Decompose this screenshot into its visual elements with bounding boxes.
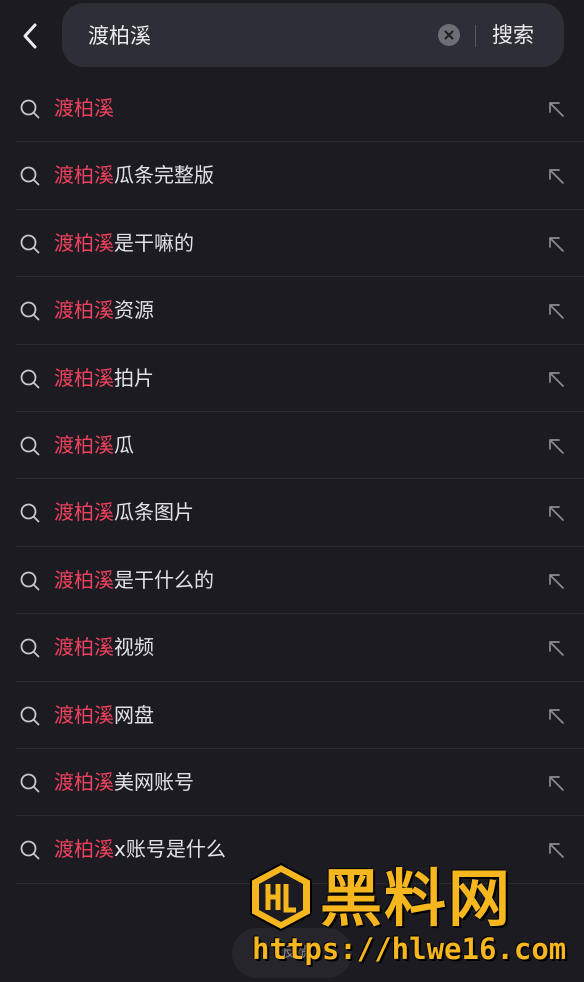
search-icon (20, 166, 40, 186)
suggestion-rest: x账号是什么 (114, 837, 226, 862)
suggestion-text: 渡柏溪x账号是什么 (54, 816, 226, 883)
arrow-up-left-icon[interactable] (546, 706, 566, 726)
watermark-logo (248, 862, 314, 932)
suggestion-rest: 网盘 (114, 702, 154, 727)
suggestion-text: 渡柏溪瓜 (54, 412, 134, 479)
suggestion-item[interactable]: 渡柏溪瓜条图片 (0, 479, 584, 547)
arrow-up-left-icon[interactable] (546, 503, 566, 523)
suggestion-rest: 是干嘛的 (114, 230, 194, 255)
top-bar: 搜索 (0, 0, 584, 80)
search-icon (20, 503, 40, 523)
search-icon (20, 840, 40, 860)
search-icon (20, 571, 40, 591)
suggestion-item[interactable]: 渡柏溪瓜条完整版 (0, 142, 584, 210)
suggestion-text: 渡柏溪资源 (54, 277, 154, 344)
suggestion-item[interactable]: 渡柏溪是干嘛的 (0, 210, 584, 278)
suggestion-list: 渡柏溪 渡柏溪瓜条完整版 渡柏溪是干嘛的 渡柏溪资源 渡柏溪拍片 渡柏溪瓜 渡柏溪瓜条图片渡… (0, 75, 584, 884)
search-box: 搜索 (62, 3, 564, 69)
suggestion-text: 渡柏溪 (54, 75, 114, 142)
search-icon (20, 706, 40, 725)
suggestion-text: 渡柏溪瓜条完整版 (54, 142, 214, 209)
suggestion-text: 渡柏溪瓜条图片 (54, 479, 194, 546)
suggestion-item[interactable]: 渡柏溪视频 (0, 614, 584, 682)
suggestion-highlight: 渡柏溪 (54, 702, 114, 727)
suggestion-text: 渡柏溪视频 (54, 614, 154, 681)
suggestion-highlight: 渡柏溪 (54, 163, 114, 188)
search-icon (20, 301, 40, 321)
suggestion-rest: 是干什么的 (114, 567, 214, 592)
suggestion-highlight: 渡柏溪 (54, 432, 114, 457)
suggestion-item[interactable]: 渡柏溪拍片 (0, 345, 584, 412)
suggestion-text: 渡柏溪美网账号 (54, 749, 194, 816)
suggestion-rest: 美网账号 (114, 769, 194, 794)
search-icon (20, 234, 40, 254)
search-icon (20, 99, 40, 119)
search-icon (20, 638, 40, 658)
suggestion-highlight: 渡柏溪 (54, 837, 114, 862)
suggestion-rest: 瓜 (114, 432, 134, 457)
arrow-up-left-icon[interactable] (546, 571, 566, 591)
arrow-up-left-icon[interactable] (546, 234, 566, 254)
suggestion-text: 渡柏溪是干什么的 (54, 547, 214, 614)
suggestion-text: 渡柏溪拍片 (54, 345, 154, 412)
divider (475, 25, 476, 47)
suggestion-highlight: 渡柏溪 (54, 230, 114, 255)
suggestion-highlight: 渡柏溪 (54, 635, 114, 660)
suggestion-text: 渡柏溪网盘 (54, 682, 154, 749)
suggestion-highlight: 渡柏溪 (54, 500, 114, 525)
suggestion-rest: 瓜条图片 (114, 500, 194, 525)
arrow-up-left-icon[interactable] (546, 436, 566, 456)
arrow-up-left-icon[interactable] (546, 840, 566, 860)
suggestion-item[interactable]: 渡柏溪 (0, 75, 584, 143)
watermark-url: https://hlwe16.com (252, 932, 567, 966)
arrow-up-left-icon[interactable] (546, 99, 566, 119)
watermark-title: 黑料网 (320, 862, 513, 935)
suggestion-rest: 视频 (114, 635, 154, 660)
clear-button[interactable] (438, 24, 460, 46)
search-icon (20, 436, 40, 456)
search-icon (20, 773, 40, 793)
arrow-up-left-icon[interactable] (546, 166, 566, 186)
suggestion-rest: 瓜条完整版 (114, 163, 214, 188)
suggestion-highlight: 渡柏溪 (54, 567, 114, 592)
search-icon (20, 369, 40, 388)
suggestion-item[interactable]: 渡柏溪美网账号 (0, 749, 584, 817)
suggestion-highlight: 渡柏溪 (54, 365, 114, 390)
suggestion-item[interactable]: 渡柏溪资源 (0, 277, 584, 345)
suggestion-item[interactable]: 渡柏溪是干什么的 (0, 547, 584, 615)
arrow-up-left-icon[interactable] (546, 301, 566, 321)
suggestion-rest: 拍片 (114, 365, 154, 390)
clear-circle-icon (444, 30, 454, 40)
suggestion-item[interactable]: 渡柏溪网盘 (0, 682, 584, 749)
suggestion-highlight: 渡柏溪 (54, 769, 114, 794)
arrow-up-left-icon[interactable] (546, 638, 566, 658)
search-input[interactable] (86, 3, 420, 69)
arrow-up-left-icon[interactable] (546, 773, 566, 793)
suggestion-item[interactable]: 渡柏溪瓜 (0, 412, 584, 480)
search-button[interactable]: 搜索 (492, 3, 552, 67)
suggestion-rest: 资源 (114, 298, 154, 323)
suggestion-text: 渡柏溪是干嘛的 (54, 210, 194, 277)
suggestion-highlight: 渡柏溪 (54, 96, 114, 120)
back-button[interactable] (14, 18, 48, 54)
suggestion-highlight: 渡柏溪 (54, 298, 114, 323)
arrow-up-left-icon[interactable] (546, 369, 566, 389)
chevron-left-icon (23, 23, 37, 49)
